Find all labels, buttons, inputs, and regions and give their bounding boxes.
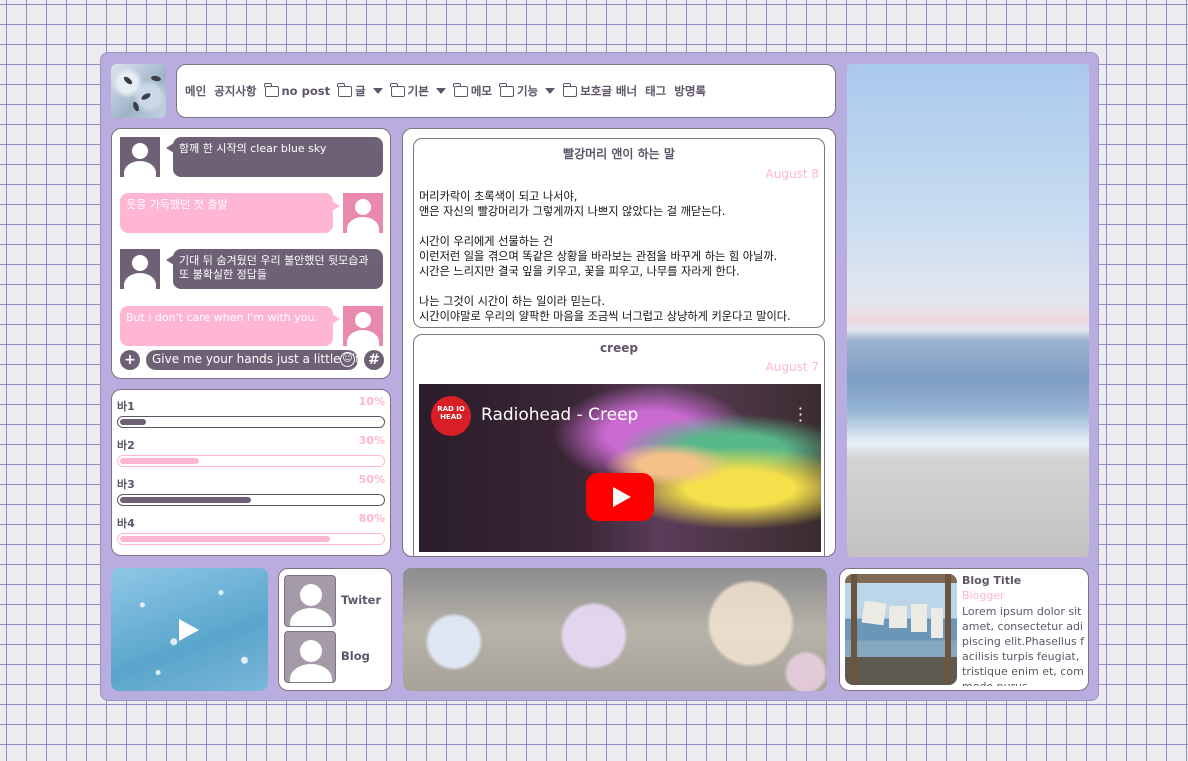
bar-track	[117, 455, 385, 467]
nav-item-label: 보호글 배너	[580, 84, 638, 98]
progress-bar: 바1 10%	[117, 395, 385, 428]
post-card[interactable]: 빨강머리 앤이 하는 말 August 8 머리카락이 초록색이 되고 나서야,…	[413, 138, 825, 328]
play-icon[interactable]	[179, 619, 199, 641]
nav-item[interactable]: 글	[337, 82, 383, 99]
nav-item[interactable]: 기능	[499, 82, 556, 99]
bar-track	[117, 416, 385, 428]
nav-item[interactable]: 메인	[185, 83, 206, 99]
youtube-embed[interactable]: RAD IO HEAD Radiohead - Creep · · ·	[419, 384, 821, 552]
nav-item-label: 메모	[470, 84, 493, 98]
nav-item[interactable]: 보호글 배너	[562, 82, 638, 99]
bar-percent: 10%	[358, 395, 385, 408]
bar-track	[117, 494, 385, 506]
channel-logo[interactable]: RAD IO HEAD	[431, 396, 471, 436]
blog-image	[845, 574, 957, 685]
bar-fill	[120, 536, 330, 542]
bar-fill	[120, 458, 199, 464]
post-card[interactable]: creep August 7 RAD IO HEAD Radiohead - C…	[413, 334, 825, 556]
bar-percent: 30%	[358, 434, 385, 447]
progress-bars: 바1 10% 바2 30% 바3 50% 바4 80%	[111, 389, 391, 556]
chevron-down-icon[interactable]	[545, 88, 556, 94]
bar-percent: 50%	[358, 473, 385, 486]
avatar	[120, 249, 160, 289]
progress-bar: 바2 30%	[117, 434, 385, 467]
chevron-down-icon[interactable]	[372, 88, 383, 94]
post-feed[interactable]: 빨강머리 앤이 하는 말 August 8 머리카락이 초록색이 되고 나서야,…	[402, 128, 836, 557]
blog-subtitle: Blogger	[962, 589, 1005, 602]
bar-label: 바1	[117, 400, 135, 413]
chat-message: 함께 한 시작의 clear blue sky	[166, 137, 383, 177]
avatar	[120, 137, 160, 177]
folder-icon	[337, 82, 353, 97]
bar-label: 바4	[117, 517, 135, 530]
nav-item-label: 방명록	[674, 84, 707, 98]
nav-item-label: no post	[281, 84, 331, 98]
nav-item[interactable]: 태그	[645, 83, 666, 99]
chat-message: 웃음 가득했던 첫 출발	[120, 193, 340, 233]
beach-photo	[847, 64, 1089, 557]
twitter-link[interactable]: Twiter	[284, 575, 388, 627]
chat-input-text: Give me your hands just a little bit	[152, 352, 358, 366]
link-label[interactable]: Twiter	[341, 593, 381, 607]
hashtag-button[interactable]: #	[364, 350, 384, 370]
link-label[interactable]: Blog	[341, 649, 370, 663]
nav-item-label: 태그	[645, 84, 667, 98]
bar-fill	[120, 419, 146, 425]
avatar	[284, 631, 336, 683]
nav-item[interactable]: 공지사항	[214, 83, 256, 99]
nav-item[interactable]: 기본	[390, 82, 446, 99]
folder-icon	[499, 82, 515, 97]
nav-menu: 메인 공지사항 no post 글 기본 메모 기능 보호글 배너 태그 방명록	[176, 64, 836, 118]
smile-icon[interactable]: ☺	[340, 352, 355, 367]
nav-item-label: 기능	[517, 84, 539, 98]
blog-frame: 메인 공지사항 no post 글 기본 메모 기능 보호글 배너 태그 방명록 함께 한 시작의…	[100, 52, 1099, 701]
avatar	[284, 575, 336, 627]
nav-item-label: 기본	[407, 84, 429, 98]
nav-item-label: 공지사항	[214, 84, 257, 98]
post-title[interactable]: 빨강머리 앤이 하는 말	[414, 145, 824, 162]
bar-label: 바3	[117, 478, 135, 491]
progress-bar: 바3 50%	[117, 473, 385, 506]
social-links: Twiter Blog	[278, 568, 392, 691]
nav-item[interactable]: no post	[263, 82, 331, 98]
bar-fill	[120, 497, 251, 503]
profile-image[interactable]	[111, 64, 166, 118]
nav-item[interactable]: 메모	[453, 82, 493, 99]
nav-item-label: 메인	[185, 84, 207, 98]
folder-icon	[390, 82, 405, 97]
nav-item-label: 글	[355, 84, 366, 98]
post-date: August 7	[765, 360, 819, 374]
bar-percent: 80%	[358, 512, 385, 525]
chat-composer: + Give me your hands just a little bit ☺…	[120, 349, 384, 371]
folder-icon	[562, 82, 578, 97]
blog-profile: Blog Title Blogger Lorem ipsum dolor sit…	[839, 568, 1089, 691]
blog-description: Lorem ipsum dolor sit amet, consectetur …	[962, 605, 1085, 686]
avatar	[343, 193, 383, 233]
bar-label: 바2	[117, 439, 135, 452]
nav-item[interactable]: 방명록	[674, 83, 706, 99]
more-options-icon[interactable]: · · ·	[798, 401, 803, 429]
video-title[interactable]: Radiohead - Creep	[481, 405, 638, 425]
bubble-video[interactable]	[111, 568, 268, 691]
blog-link[interactable]: Blog	[284, 631, 388, 683]
folder-icon	[453, 82, 468, 97]
bubbles-image	[403, 568, 827, 691]
blog-title: Blog Title	[962, 574, 1022, 587]
post-date: August 8	[765, 167, 819, 181]
add-button[interactable]: +	[120, 350, 140, 370]
folder-icon	[263, 82, 279, 97]
bar-track	[117, 533, 385, 545]
post-body: 머리카락이 초록색이 되고 나서야, 앤은 자신의 빨강머리가 그렇게까지 나쁘…	[419, 190, 791, 323]
progress-bar: 바4 80%	[117, 512, 385, 545]
chevron-down-icon[interactable]	[435, 88, 446, 94]
chat-widget: 함께 한 시작의 clear blue sky 웃음 가득했던 첫 출발 기대 …	[111, 128, 391, 379]
chat-message: 기대 뒤 숨겨뒀던 우리 불안했던 뒷모습과 또 불확실한 정답들	[166, 249, 383, 289]
post-title[interactable]: creep	[414, 341, 824, 355]
play-button[interactable]	[586, 473, 654, 521]
chat-input[interactable]: Give me your hands just a little bit ☺	[146, 350, 358, 370]
avatar	[343, 306, 383, 346]
chat-message: But i don't care when I'm with you.	[120, 306, 340, 346]
